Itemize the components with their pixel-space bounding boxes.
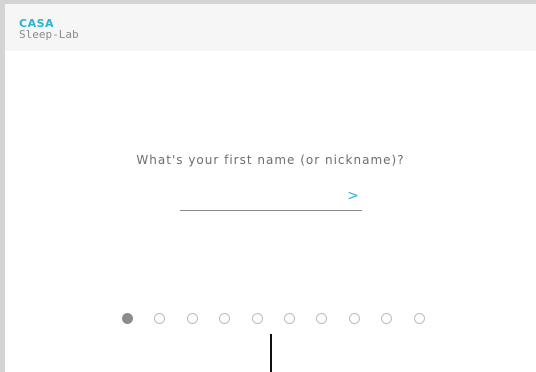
text-cursor xyxy=(270,334,272,372)
progress-dot-6 xyxy=(283,313,295,324)
progress-dot-9 xyxy=(381,313,393,324)
app-window: CASA Sleep-Lab What's your first name (o… xyxy=(5,4,536,372)
header-bar: CASA Sleep-Lab xyxy=(5,4,536,51)
progress-dot-2 xyxy=(154,313,166,324)
next-arrow-button[interactable]: > xyxy=(346,186,360,206)
progress-dot-4 xyxy=(219,313,231,324)
logo-subtitle: Sleep-Lab xyxy=(19,28,79,41)
progress-dot-5 xyxy=(251,313,263,324)
progress-dot-1 xyxy=(122,313,133,324)
first-name-input[interactable] xyxy=(180,188,348,208)
name-field-wrapper: > xyxy=(180,188,362,211)
progress-dots xyxy=(122,313,446,325)
casa-logo: CASA Sleep-Lab xyxy=(19,18,79,41)
progress-dot-10 xyxy=(413,313,425,324)
progress-dot-3 xyxy=(186,313,198,324)
progress-dot-8 xyxy=(348,313,360,324)
screen-background: CASA Sleep-Lab What's your first name (o… xyxy=(0,0,536,372)
question-text: What's your first name (or nickname)? xyxy=(136,153,405,167)
progress-dot-7 xyxy=(316,313,328,324)
